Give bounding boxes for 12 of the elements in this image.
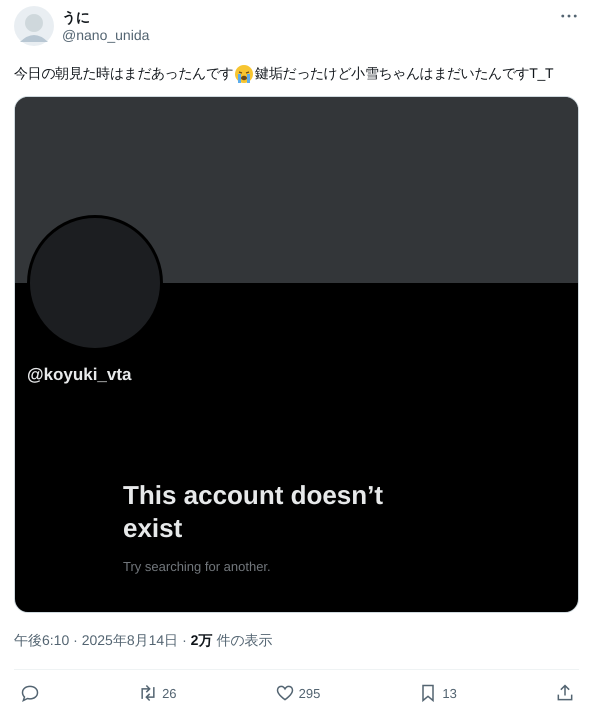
author-handle[interactable]: @nano_unida [62, 26, 150, 44]
profile-handle: @koyuki_vta [27, 365, 132, 385]
action-count: 295 [298, 686, 320, 700]
action-count: 26 [162, 686, 177, 700]
author-name[interactable]: うに [62, 8, 150, 26]
tweet-text: 鍵垢だったけど小雪ちゃんはまだいたんですT_T [255, 65, 554, 83]
embedded-screenshot[interactable]: @koyuki_vta This account doesn’t exist Try searching for another. [14, 96, 579, 613]
error-subtitle: Try searching for another. [123, 559, 272, 574]
action-count: 13 [442, 686, 457, 700]
post-timestamp-and-views: 午後6:10 · 2025年8月14日 · 2万 件の表示 [14, 632, 272, 650]
error-title: This account doesn’t exist [123, 479, 384, 545]
tweet-text: 今日の朝見た時はまだあったんです [14, 65, 234, 83]
